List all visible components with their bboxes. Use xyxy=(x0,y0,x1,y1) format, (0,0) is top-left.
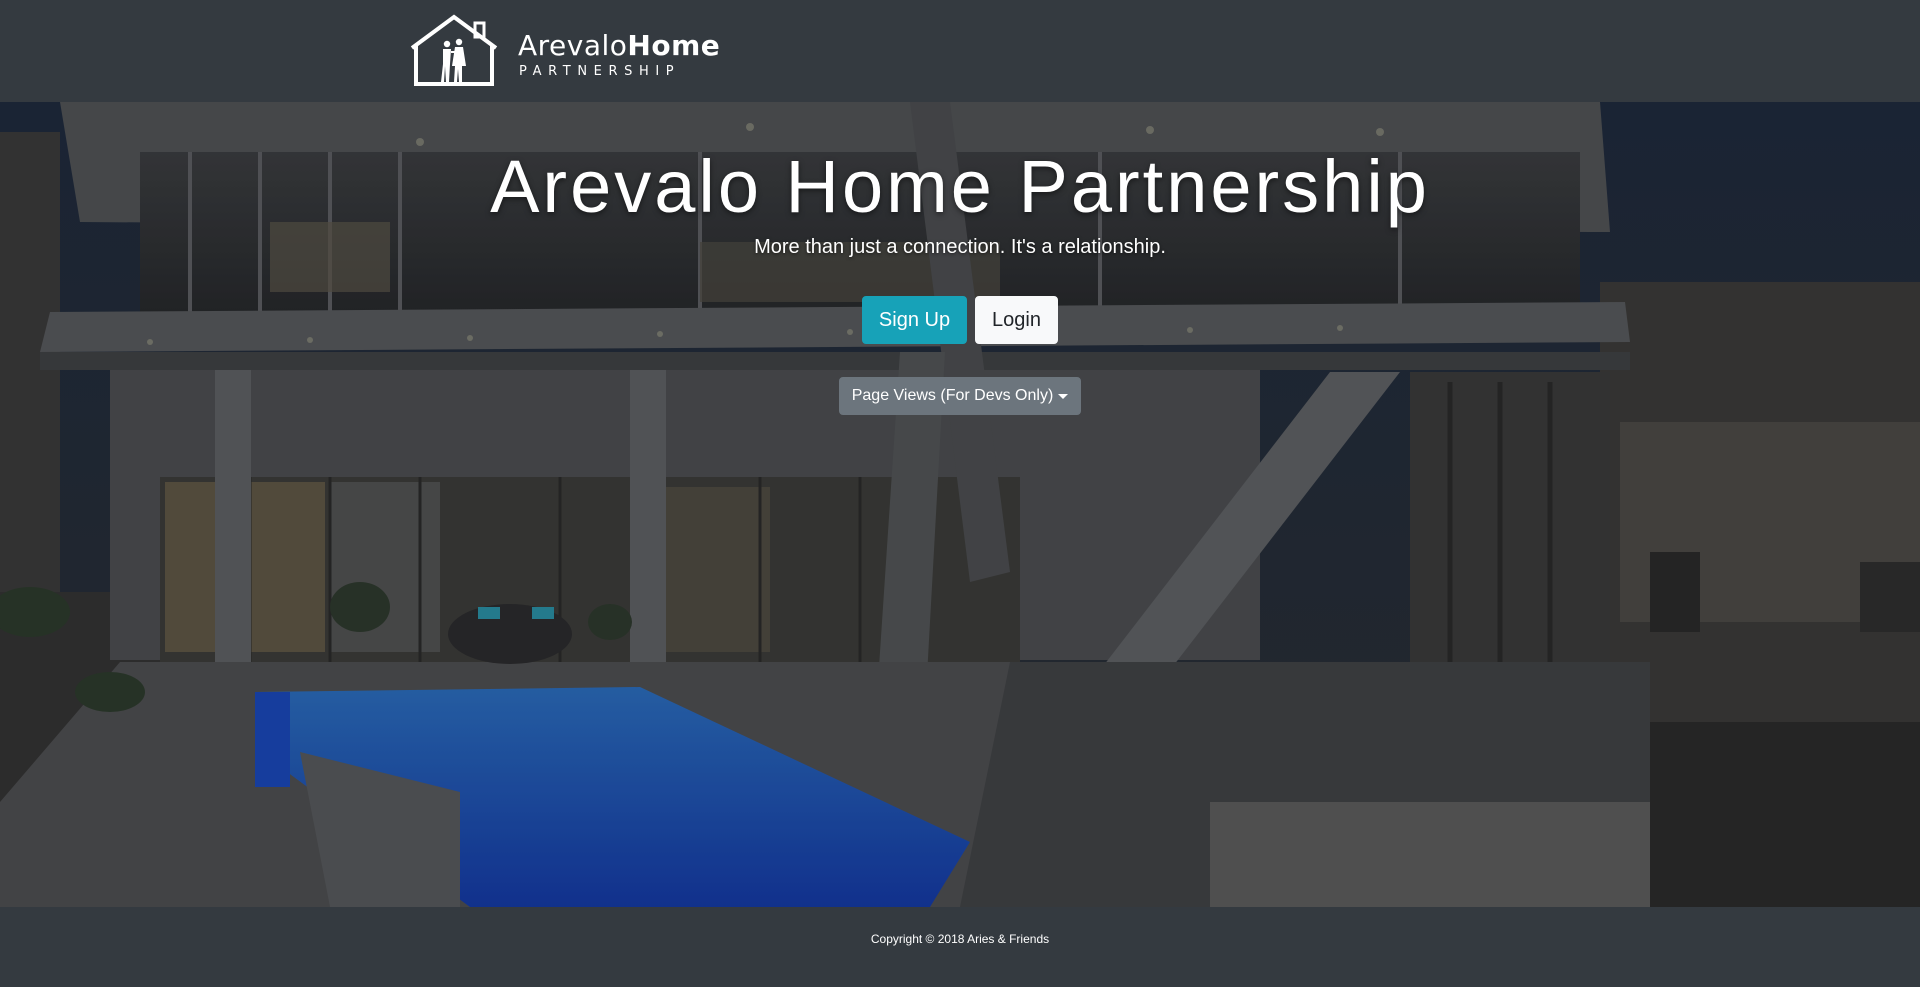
hero-title: Arevalo Home Partnership xyxy=(490,145,1430,228)
brand-logo-link[interactable]: ArevaloHome PARTNERSHIP xyxy=(408,14,720,86)
copyright-text: Copyright © 2018 Aries & Friends xyxy=(870,932,1050,946)
hero-section: Arevalo Home Partnership More than just … xyxy=(0,102,1920,907)
house-with-couple-icon xyxy=(410,14,498,86)
page-views-dropdown-label: Page Views (For Devs Only) xyxy=(851,387,1054,404)
page-views-dropdown-button[interactable]: Page Views (For Devs Only) xyxy=(839,377,1081,415)
caret-down-icon xyxy=(1058,393,1069,399)
top-navbar: ArevaloHome PARTNERSHIP xyxy=(0,0,1920,102)
brand-subtitle: PARTNERSHIP xyxy=(519,64,681,79)
login-button[interactable]: Login xyxy=(975,296,1058,344)
brand-name-light: Arevalo xyxy=(518,29,628,62)
sign-up-button[interactable]: Sign Up xyxy=(862,296,967,344)
hero-tagline: More than just a connection. It's a rela… xyxy=(754,236,1166,258)
brand-name-bold: Home xyxy=(627,29,721,62)
page-footer: Copyright © 2018 Aries & Friends xyxy=(0,907,1920,987)
brand-name: ArevaloHome xyxy=(518,32,720,60)
